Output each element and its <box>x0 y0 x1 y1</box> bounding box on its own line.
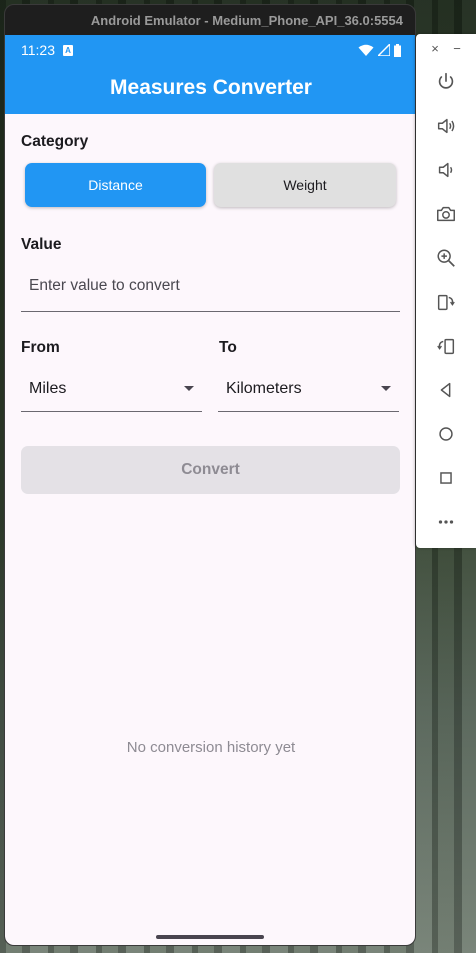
battery-icon <box>394 43 401 57</box>
overview-icon[interactable] <box>416 456 476 500</box>
to-label: To <box>219 339 237 356</box>
from-unit-value: Miles <box>29 379 67 397</box>
zoom-in-icon[interactable] <box>416 236 476 280</box>
value-input[interactable]: Enter value to convert <box>21 260 400 312</box>
emulator-window: Android Emulator - Medium_Phone_API_36.0… <box>4 4 416 946</box>
distance-button[interactable]: Distance <box>25 163 206 207</box>
from-unit-dropdown[interactable]: Miles <box>21 366 202 412</box>
more-icon[interactable] <box>416 500 476 544</box>
status-time: 11:23 <box>21 42 55 58</box>
power-icon[interactable] <box>416 60 476 104</box>
minimize-icon[interactable]: − <box>453 41 461 56</box>
chevron-down-icon <box>184 386 194 391</box>
wifi-icon <box>358 44 374 56</box>
to-unit-dropdown[interactable]: Kilometers <box>218 366 399 412</box>
category-label: Category <box>21 133 89 150</box>
home-icon[interactable] <box>416 412 476 456</box>
emulator-side-toolbar: × − <box>416 34 476 548</box>
empty-history-text: No conversion history yet <box>126 739 296 756</box>
close-icon[interactable]: × <box>431 41 439 56</box>
from-label: From <box>21 339 60 356</box>
weight-button[interactable]: Weight <box>214 163 396 207</box>
signal-icon <box>378 44 390 56</box>
rotate-left-icon[interactable] <box>416 280 476 324</box>
camera-icon[interactable] <box>416 192 476 236</box>
page-title: Measures Converter <box>110 75 312 99</box>
rotate-right-icon[interactable] <box>416 324 476 368</box>
app-bar: Measures Converter <box>5 65 415 114</box>
to-unit-value: Kilometers <box>226 379 302 397</box>
phone-screen: 11:23 A Measures Converter Category Dist… <box>5 35 415 945</box>
window-title: Android Emulator - Medium_Phone_API_36.0… <box>90 12 403 28</box>
back-icon[interactable] <box>416 368 476 412</box>
convert-button[interactable]: Convert <box>21 446 400 494</box>
value-label: Value <box>21 236 62 253</box>
home-indicator[interactable] <box>156 935 264 939</box>
status-bar: 11:23 A <box>5 35 415 65</box>
volume-up-icon[interactable] <box>416 104 476 148</box>
volume-down-icon[interactable] <box>416 148 476 192</box>
notification-icon: A <box>63 44 73 56</box>
chevron-down-icon <box>381 386 391 391</box>
emulator-titlebar: Android Emulator - Medium_Phone_API_36.0… <box>5 5 415 35</box>
